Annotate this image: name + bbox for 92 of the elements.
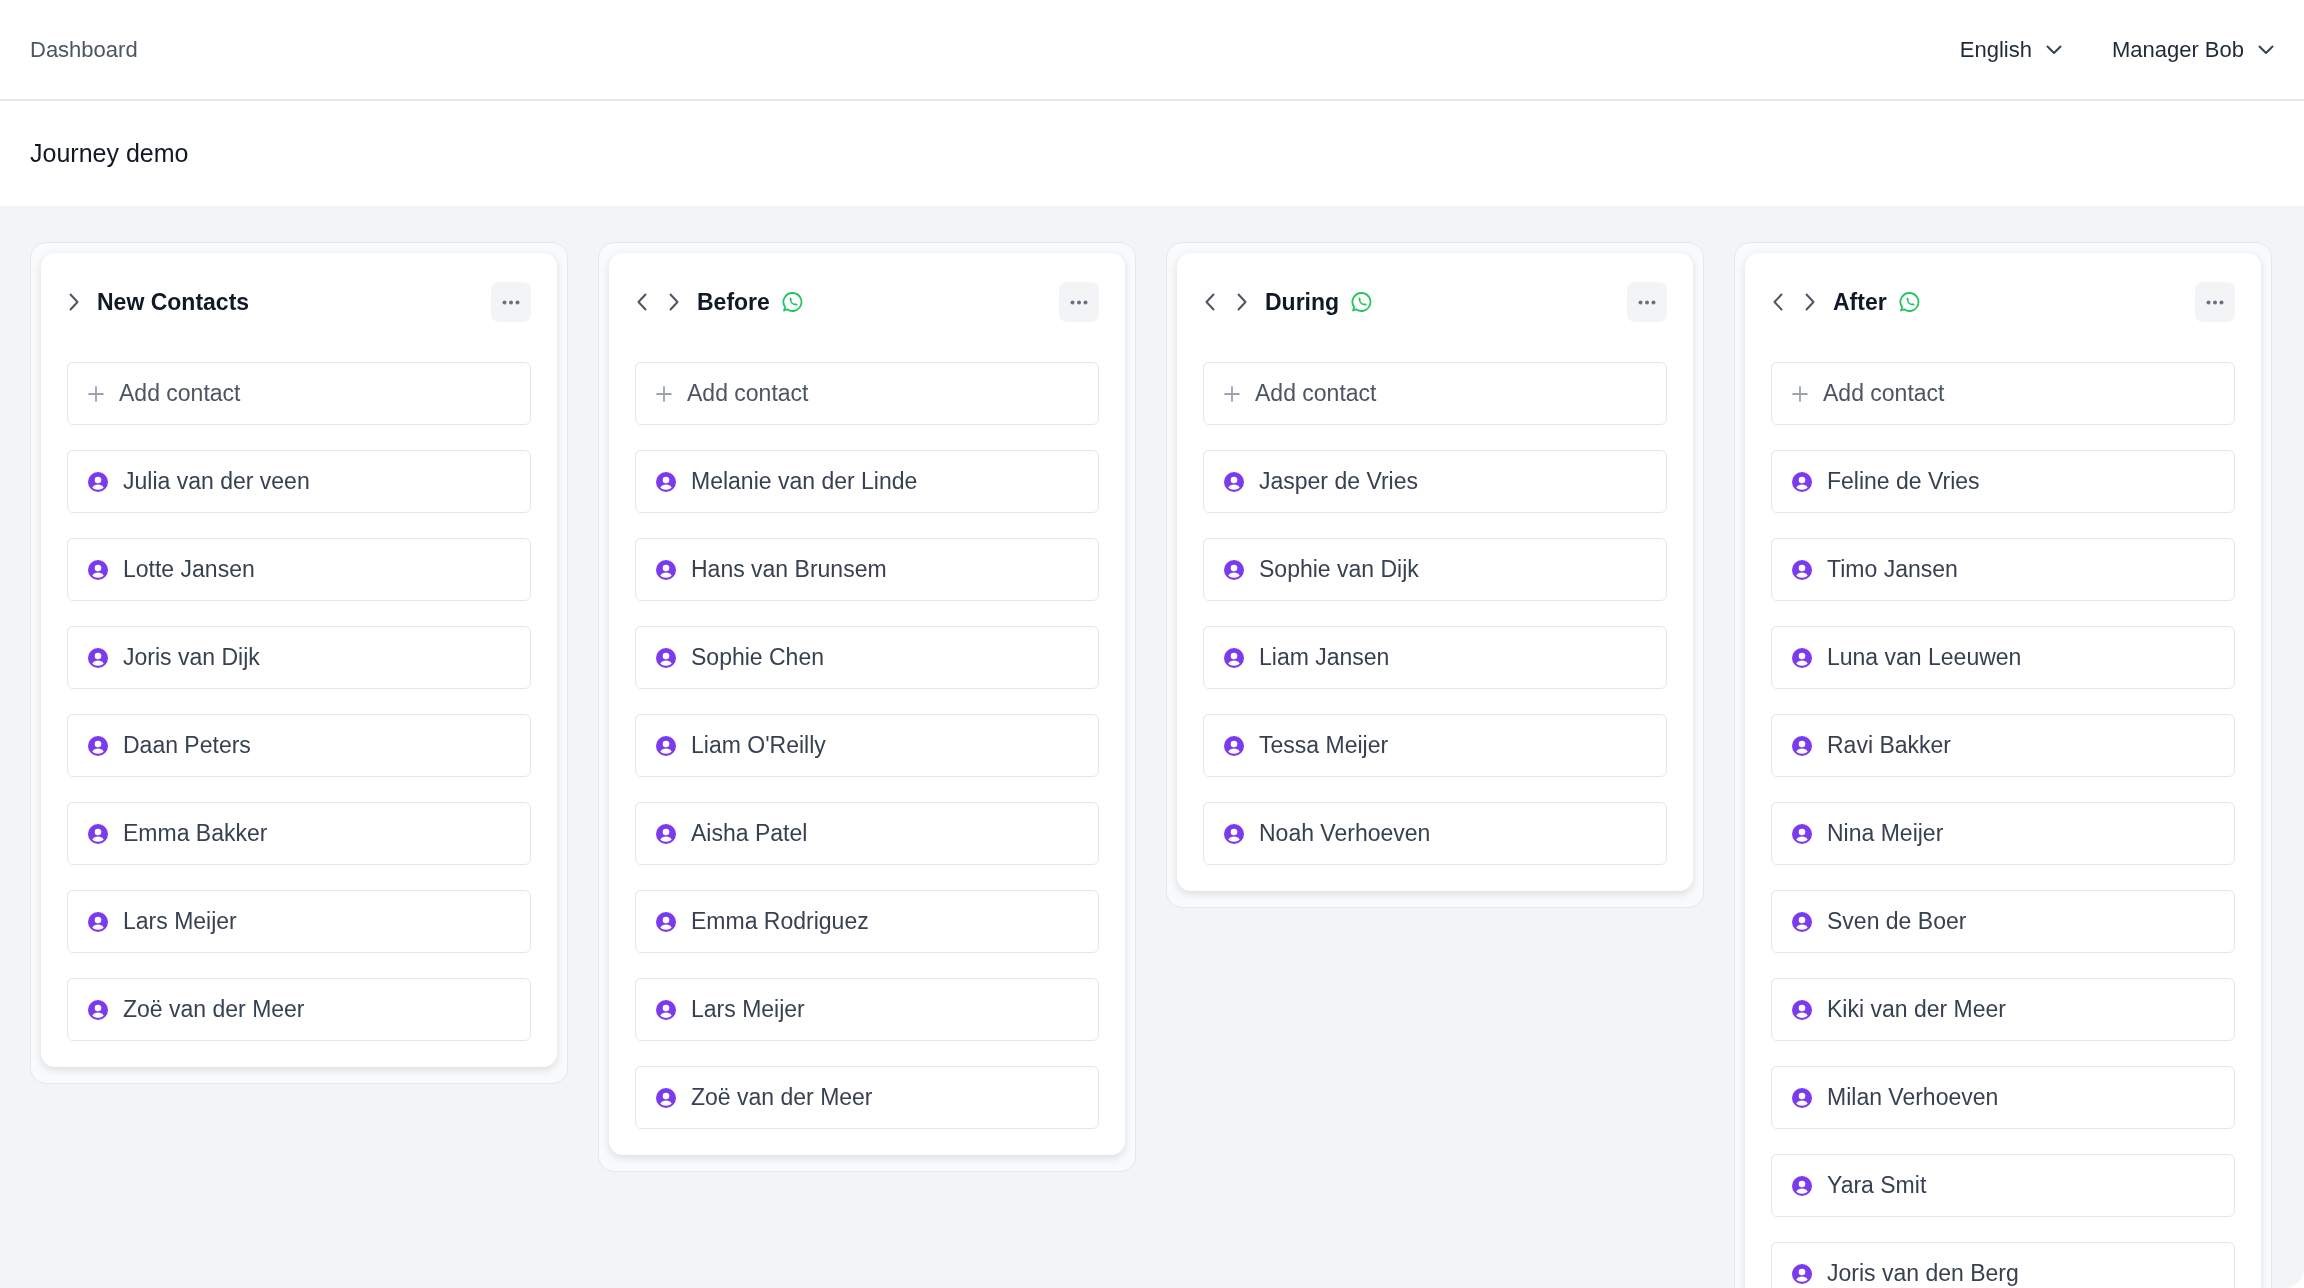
contact-card[interactable]: Sophie Chen [635,626,1099,689]
dashboard-link[interactable]: Dashboard [30,36,138,63]
user-icon [88,647,108,668]
column-title: After [1833,288,1887,316]
contact-card[interactable]: Daan Peters [67,714,531,777]
chevron-right-icon[interactable] [669,293,679,311]
whatsapp-icon [781,291,804,313]
user-icon [88,823,108,844]
add-contact-button[interactable]: Add contact [635,362,1099,425]
user-icon [656,647,676,668]
chevron-right-icon[interactable] [1237,293,1247,311]
user-icon [1792,1263,1812,1284]
user-icon [1224,823,1244,844]
user-icon [656,1087,676,1108]
user-icon [1792,647,1812,668]
user-icon [1792,559,1812,580]
user-icon [1224,471,1244,492]
user-icon [1792,735,1812,756]
contact-card[interactable]: Zoë van der Meer [635,1066,1099,1129]
plus-icon [656,385,672,402]
user-icon [656,999,676,1020]
contact-card[interactable]: Hans van Brunsem [635,538,1099,601]
contact-card[interactable]: Sven de Boer [1771,890,2235,953]
column-title: During [1265,288,1340,316]
contact-card[interactable]: Lars Meijer [67,890,531,953]
chevron-down-icon [2045,44,2062,55]
user-icon [88,999,108,1020]
whatsapp-icon [1898,291,1921,313]
contact-card[interactable]: Joris van Dijk [67,626,531,689]
chevron-left-icon[interactable] [1205,293,1215,311]
user-icon [1792,823,1812,844]
contact-card[interactable]: Emma Rodriguez [635,890,1099,953]
user-icon [1792,471,1812,492]
user-icon [88,911,108,932]
user-icon [1792,999,1812,1020]
contact-card[interactable]: Kiki van der Meer [1771,978,2235,1041]
contact-card[interactable]: Lotte Jansen [67,538,531,601]
contact-card[interactable]: Timo Jansen [1771,538,2235,601]
user-icon [1792,911,1812,932]
contact-card[interactable]: Emma Bakker [67,802,531,865]
contact-card[interactable]: Zoë van der Meer [67,978,531,1041]
contact-card[interactable]: Ravi Bakker [1771,714,2235,777]
chevron-right-icon[interactable] [69,293,79,311]
user-icon [656,735,676,756]
contact-card[interactable]: Noah Verhoeven [1203,802,1667,865]
more-icon [502,299,520,305]
whatsapp-icon [1351,291,1374,313]
contact-card[interactable]: Liam O'Reilly [635,714,1099,777]
user-icon [656,559,676,580]
page-title: Journey demo [30,139,189,168]
user-icon [1224,735,1244,756]
contact-card[interactable]: Liam Jansen [1203,626,1667,689]
contact-card[interactable]: Joris van den Berg [1771,1242,2235,1288]
chevron-left-icon[interactable] [1773,293,1783,311]
more-icon [2206,299,2224,305]
language-dropdown[interactable]: English [1959,36,2062,63]
user-icon [656,911,676,932]
more-icon [1070,299,1088,305]
user-icon [1792,1087,1812,1108]
column-title: New Contacts [97,288,250,316]
contact-card[interactable]: Julia van der veen [67,450,531,513]
contact-card[interactable]: Sophie van Dijk [1203,538,1667,601]
plus-icon [1224,385,1240,402]
user-icon [88,471,108,492]
chevron-right-icon[interactable] [1805,293,1815,311]
user-icon [1224,559,1244,580]
contact-card[interactable]: Milan Verhoeven [1771,1066,2235,1129]
plus-icon [1792,385,1808,402]
contact-card[interactable]: Luna van Leeuwen [1771,626,2235,689]
contact-card[interactable]: Melanie van der Linde [635,450,1099,513]
more-icon [1638,299,1656,305]
contact-card[interactable]: Aisha Patel [635,802,1099,865]
chevron-down-icon [2258,44,2274,55]
user-icon [1792,1175,1812,1196]
user-icon [656,471,676,492]
contact-card[interactable]: Nina Meijer [1771,802,2235,865]
add-contact-button[interactable]: Add contact [67,362,531,425]
add-contact-button[interactable]: Add contact [1771,362,2235,425]
contact-card[interactable]: Feline de Vries [1771,450,2235,513]
contact-card[interactable]: Yara Smit [1771,1154,2235,1217]
add-contact-button[interactable]: Add contact [1203,362,1667,425]
user-icon [88,735,108,756]
contact-card[interactable]: Tessa Meijer [1203,714,1667,777]
user-menu[interactable]: Manager Bob [2111,36,2274,63]
column-title: Before [697,288,770,316]
user-icon [1224,647,1244,668]
plus-icon [88,385,104,402]
contact-card[interactable]: Lars Meijer [635,978,1099,1041]
contact-card[interactable]: Jasper de Vries [1203,450,1667,513]
user-icon [656,823,676,844]
chevron-left-icon[interactable] [637,293,647,311]
user-icon [88,559,108,580]
